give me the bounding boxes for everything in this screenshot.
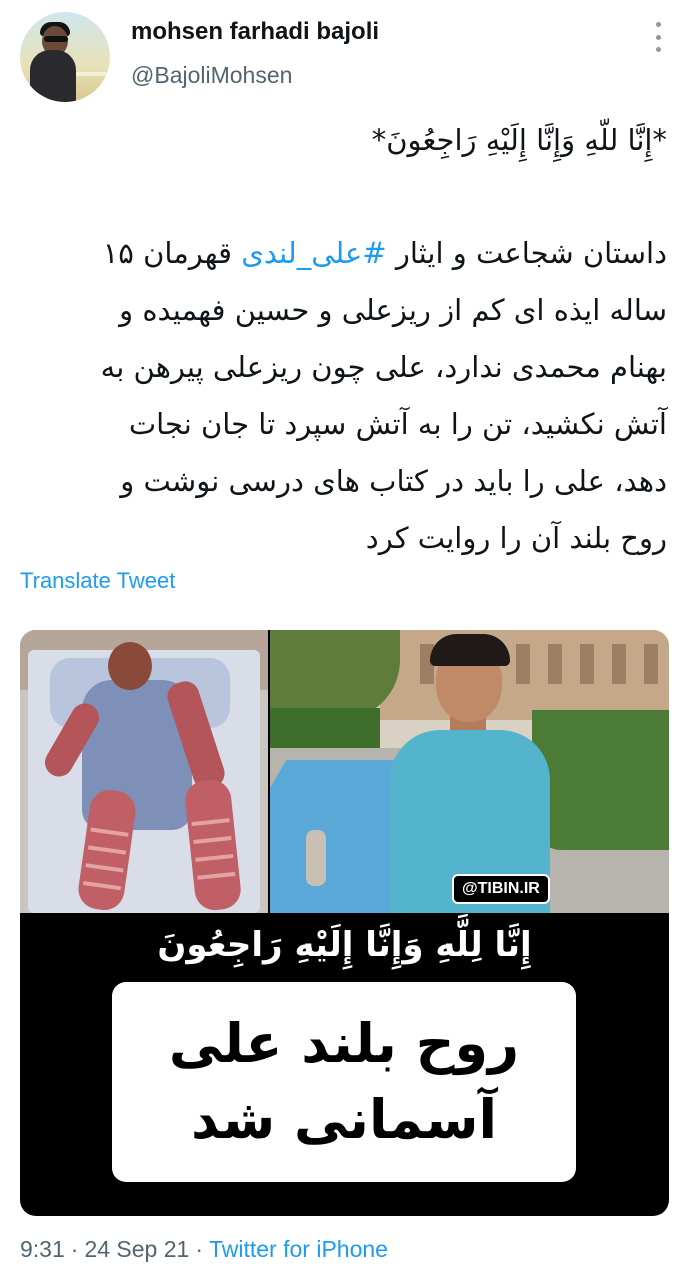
tweet-source-link[interactable]: Twitter for iPhone [209,1236,388,1262]
tweet-line: داستان شجاعت و ایثار #علی_لندی قهرمان ۱۵ [27,225,667,282]
avatar-background-rail [76,72,110,76]
media-caption-line: روح بلند علی [168,1012,520,1075]
hashtag-link[interactable]: #علی_لندی [241,236,386,270]
media-caption-line: آسمانی شد [190,1088,498,1151]
photo-hedge [270,708,380,748]
media-caption-box: روح بلند علی آسمانی شد [112,982,576,1182]
tweet-metadata: 9:31 · 24 Sep 21 · Twitter for iPhone [20,1236,388,1263]
tweet-line: ساله ایذه ای کم از ریزعلی و حسین فهمیده … [119,293,667,327]
tweet-line-verse: *إِنَّا للّهِ وَإِنَّا إِلَيْهِ رَاجِعُو… [371,123,667,157]
tweet-time[interactable]: 9:31 [20,1236,65,1262]
avatar-body [30,50,76,102]
photo-post [306,830,326,886]
media-watermark: @TIBIN.IR [452,874,550,904]
tweet-line: بهنام محمدی ندارد، علی چون ریزعلی پیرهن … [100,350,667,384]
tweet-line: روح بلند آن را روایت کرد [365,521,667,555]
tweet-line: آتش نکشید، تن را به آتش سپرد تا جان نجات [128,407,667,441]
tweet-media-image[interactable]: @TIBIN.IR إِنَّا لِلَّهِ وَإِنَّا إِلَيْ… [20,630,669,1216]
more-dot [655,34,661,40]
more-vertical-icon[interactable] [651,22,665,52]
media-verse-text: إِنَّا لِلَّهِ وَإِنَّا إِلَيْهِ رَاجِعُ… [157,925,532,965]
tweet-text-fragment: داستان شجاعت و ایثار [395,236,667,270]
tweet-text: *إِنَّا للّهِ وَإِنَّا إِلَيْهِ رَاجِعُو… [27,112,667,567]
meta-separator: · [70,1236,79,1262]
tweet-line: دهد، علی را باید در کتاب های درسی نوشت و [120,464,667,498]
photo-head [108,642,152,690]
tweet-date[interactable]: 24 Sep 21 [84,1236,189,1262]
photo-hedge [532,710,669,850]
avatar[interactable] [20,12,110,102]
author-handle[interactable]: @BajoliMohsen [131,62,292,89]
more-dot [655,22,661,27]
media-photo-portrait [270,630,669,913]
photo-hair [430,634,510,666]
meta-separator: · [195,1236,203,1262]
tweet-text-fragment: قهرمان ۱۵ [102,236,232,270]
media-photo-hospital [20,630,268,913]
translate-tweet-link[interactable]: Translate Tweet [20,568,175,594]
author-name[interactable]: mohsen farhadi bajoli [131,18,379,46]
avatar-glasses [44,36,68,42]
more-dot [655,47,661,52]
